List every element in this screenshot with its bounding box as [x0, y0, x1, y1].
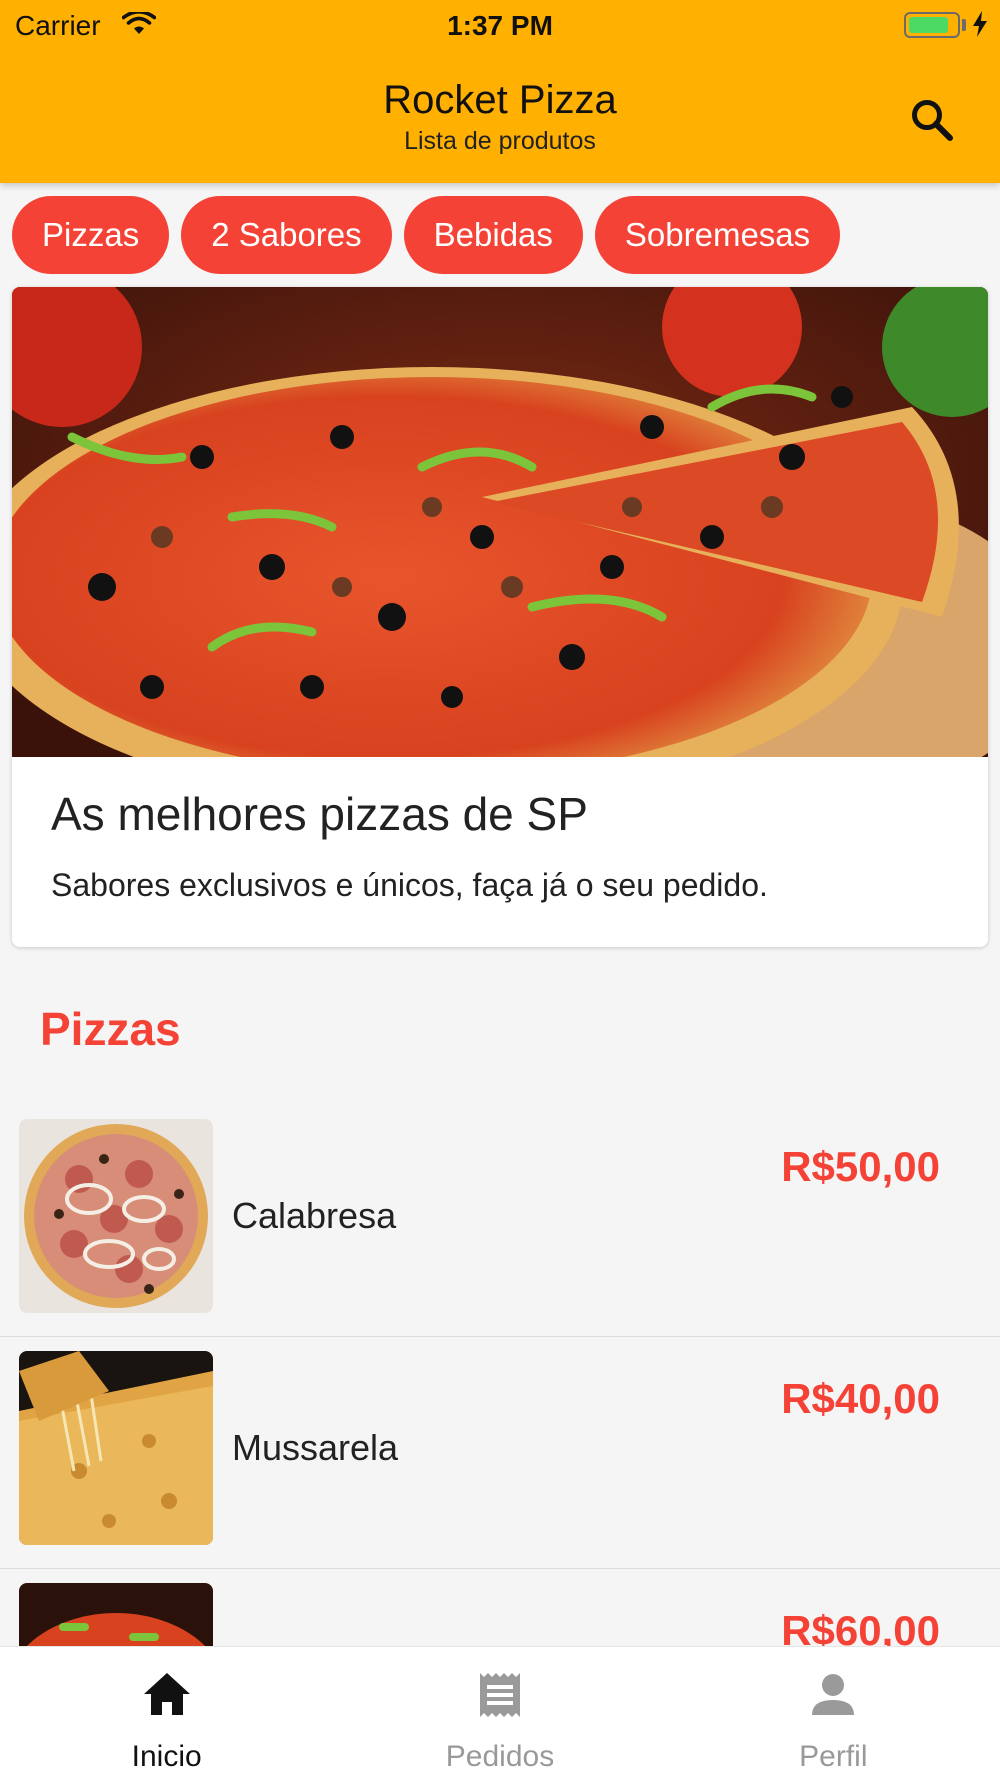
app-header: Carrier 1:37 PM Rocket Pizza Lista de pr… — [0, 0, 1000, 183]
person-icon — [812, 1674, 855, 1715]
receipt-icon — [479, 1673, 520, 1717]
battery-icon — [904, 12, 960, 38]
product-image — [19, 1351, 213, 1545]
category-chips: Pizzas 2 Sabores Bebidas Sobremesas — [12, 196, 841, 274]
status-bar: Carrier 1:37 PM — [0, 0, 1000, 50]
product-price: R$40,00 — [781, 1375, 940, 1422]
chip-sobremesas[interactable]: Sobremesas — [594, 196, 841, 274]
app-subtitle: Lista de produtos — [404, 127, 596, 155]
search-button[interactable] — [900, 88, 964, 152]
home-icon — [143, 1673, 190, 1715]
banner-title: As melhores pizzas de SP — [51, 788, 588, 840]
search-icon — [912, 100, 953, 141]
product-image — [19, 1119, 213, 1313]
status-time: 1:37 PM — [447, 10, 553, 41]
product-row-calabresa[interactable]: Calabresa R$50,00 — [0, 1105, 1000, 1337]
section-title: Pizzas — [40, 1003, 181, 1055]
tab-label: Inicio — [131, 1740, 202, 1773]
charging-bolt-icon — [973, 11, 987, 37]
product-name: Mussarela — [232, 1427, 399, 1468]
pizza-photo — [12, 287, 988, 757]
tab-label: Pedidos — [445, 1740, 555, 1773]
app-title: Rocket Pizza — [383, 78, 617, 122]
chip-pizzas[interactable]: Pizzas — [12, 196, 170, 274]
tab-inicio[interactable]: Inicio — [0, 1647, 333, 1778]
chip-bebidas[interactable]: Bebidas — [403, 196, 583, 274]
battery-level — [909, 17, 949, 33]
product-name: Calabresa — [232, 1195, 397, 1236]
tab-perfil[interactable]: Perfil — [667, 1647, 1000, 1778]
product-row-mussarela[interactable]: Mussarela R$40,00 — [0, 1337, 1000, 1569]
chip-2-sabores[interactable]: 2 Sabores — [181, 196, 392, 274]
banner-card[interactable]: As melhores pizzas de SP Sabores exclusi… — [12, 287, 988, 947]
bottom-tab-bar: Inicio Pedidos Perfil — [0, 1646, 1000, 1778]
banner-text: Sabores exclusivos e únicos, faça já o s… — [51, 867, 768, 903]
banner-image — [12, 287, 988, 757]
tab-pedidos[interactable]: Pedidos — [333, 1647, 666, 1778]
screen: Carrier 1:37 PM Rocket Pizza Lista de pr… — [0, 0, 1000, 1778]
battery-cap — [962, 19, 966, 31]
tab-label: Perfil — [799, 1740, 868, 1773]
product-price: R$50,00 — [781, 1143, 940, 1190]
